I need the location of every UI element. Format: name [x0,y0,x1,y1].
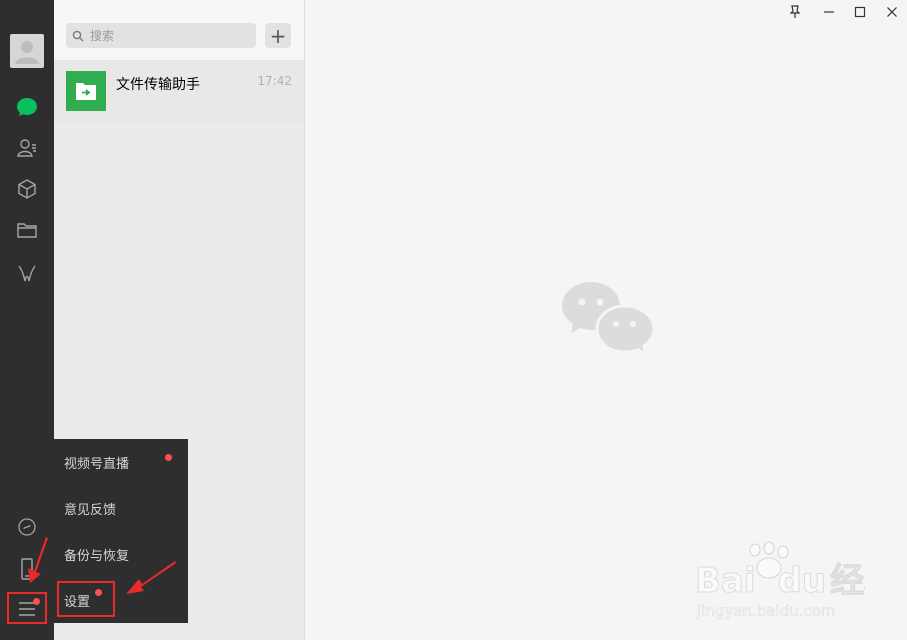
search-input[interactable]: 搜索 [66,23,256,48]
annotation-arrow-menu [28,537,48,583]
file-transfer-icon [66,71,106,111]
menu-item-label: 意见反馈 [64,502,117,518]
close-icon[interactable] [881,2,903,22]
svg-text:Baidu经验: Baidu经验 [695,561,865,601]
search-placeholder: 搜索 [90,29,115,43]
add-button[interactable]: + [265,23,291,48]
chat-time: 17:42 [257,74,292,88]
search-icon [72,30,84,41]
pin-icon[interactable] [784,2,806,22]
favorites-cube-icon[interactable] [14,176,40,202]
svg-text:jingyan.baidu.com: jingyan.baidu.com [696,602,835,620]
list-item[interactable]: 文件传输助手 17:42 [54,60,304,122]
menu-item-label: 视频号直播 [64,456,130,472]
wechat-logo-icon [561,280,656,360]
highlight-box-settings [57,581,115,617]
user-avatar[interactable] [10,34,44,68]
baidu-jingyan-watermark: Baidu经验 jingyan.baidu.com [695,541,865,620]
moments-icon[interactable] [14,260,40,286]
menu-item-feedback[interactable]: 意见反馈 [54,485,188,531]
avatar-placeholder-icon [15,41,39,64]
chat-icon[interactable] [14,94,40,120]
chat-name: 文件传输助手 [116,77,200,93]
maximize-icon[interactable] [849,2,871,22]
list-topbar: 搜索 + [54,0,304,60]
channels-live-badge-dot [165,454,172,461]
annotation-arrow-settings [126,561,176,594]
contacts-icon[interactable] [14,135,40,161]
menu-item-label: 备份与恢复 [64,548,130,564]
highlight-box-menu [7,592,47,624]
menu-item-channels-live[interactable]: 视频号直播 [54,439,188,485]
minimize-icon[interactable] [818,2,840,22]
files-folder-icon[interactable] [14,217,40,243]
